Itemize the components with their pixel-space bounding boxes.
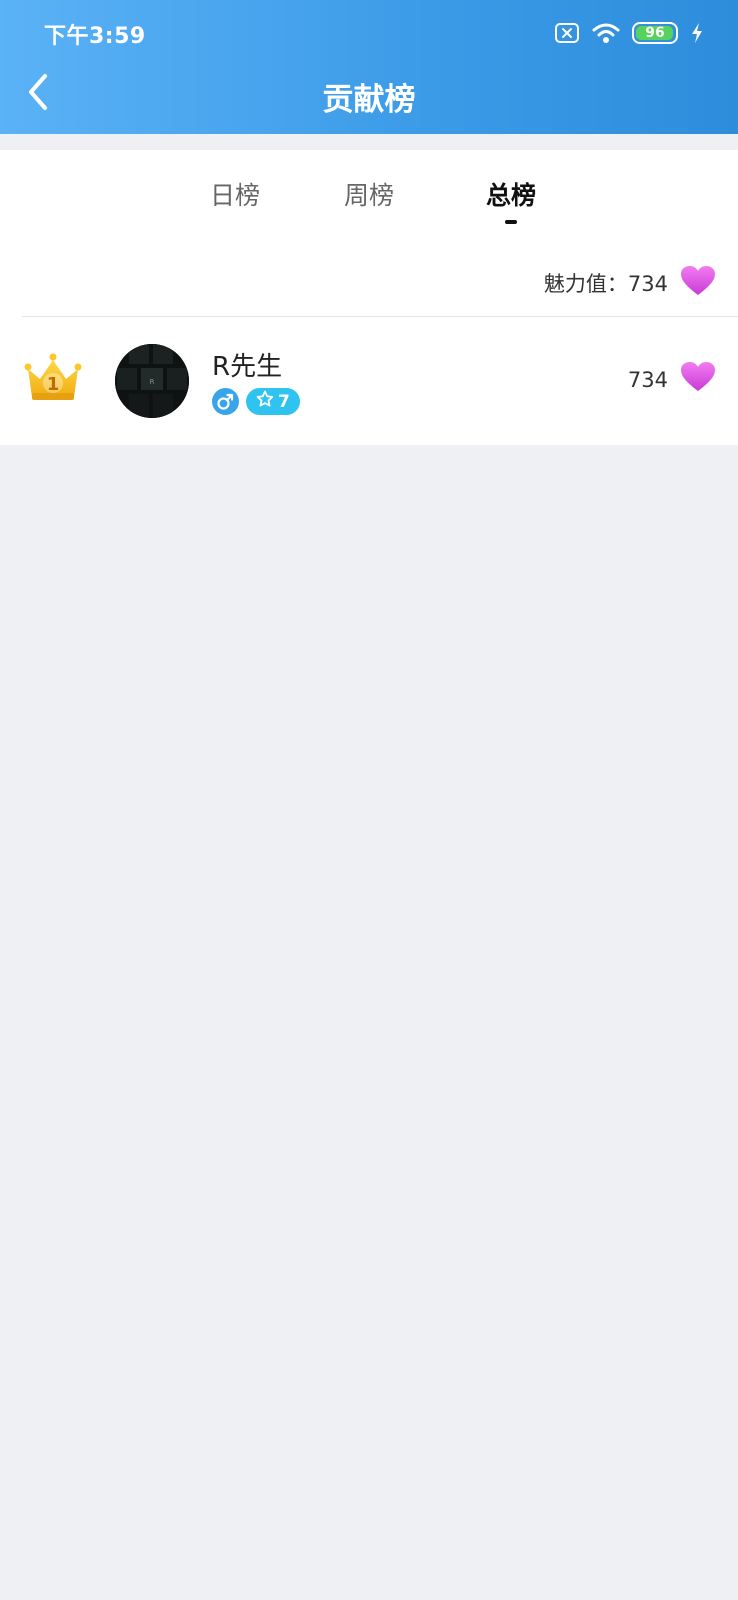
tab-weekly[interactable]: 周榜 xyxy=(309,176,429,212)
tabs-panel: 日榜 周榜 总榜 魅力值：734 xyxy=(0,150,738,317)
charm-label: 魅力值：734 xyxy=(543,272,668,296)
heart-icon xyxy=(680,361,716,398)
active-tab-indicator xyxy=(505,220,517,224)
user-badges: 7 xyxy=(212,388,300,415)
ranking-row[interactable]: 1 R R先生 7 734 xyxy=(0,317,738,445)
rank-number: 1 xyxy=(47,374,60,395)
star-icon xyxy=(256,390,274,413)
row-score: 734 xyxy=(628,361,716,398)
battery-icon: 96 xyxy=(632,22,678,44)
level-badge: 7 xyxy=(246,388,300,415)
svg-text:R: R xyxy=(150,378,155,386)
crown-icon: 1 xyxy=(24,353,82,403)
username: R先生 xyxy=(212,352,283,382)
page-title: 贡献榜 xyxy=(322,82,416,118)
avatar[interactable]: R xyxy=(115,344,189,418)
charging-icon xyxy=(690,22,704,44)
heart-icon xyxy=(680,265,716,302)
status-icons: 96 xyxy=(554,20,704,46)
status-time: 下午3:59 xyxy=(44,24,146,49)
male-icon xyxy=(212,388,239,415)
tab-daily[interactable]: 日榜 xyxy=(175,176,295,212)
level-number: 7 xyxy=(278,391,290,412)
app-header: 下午3:59 96 贡献榜 xyxy=(0,0,738,134)
battery-level: 96 xyxy=(645,25,665,41)
score-value: 734 xyxy=(627,367,668,392)
tab-total[interactable]: 总榜 xyxy=(451,176,571,212)
wifi-icon xyxy=(592,22,620,44)
sim-error-icon xyxy=(554,22,580,44)
charm-summary: 魅力值：734 xyxy=(543,265,716,302)
